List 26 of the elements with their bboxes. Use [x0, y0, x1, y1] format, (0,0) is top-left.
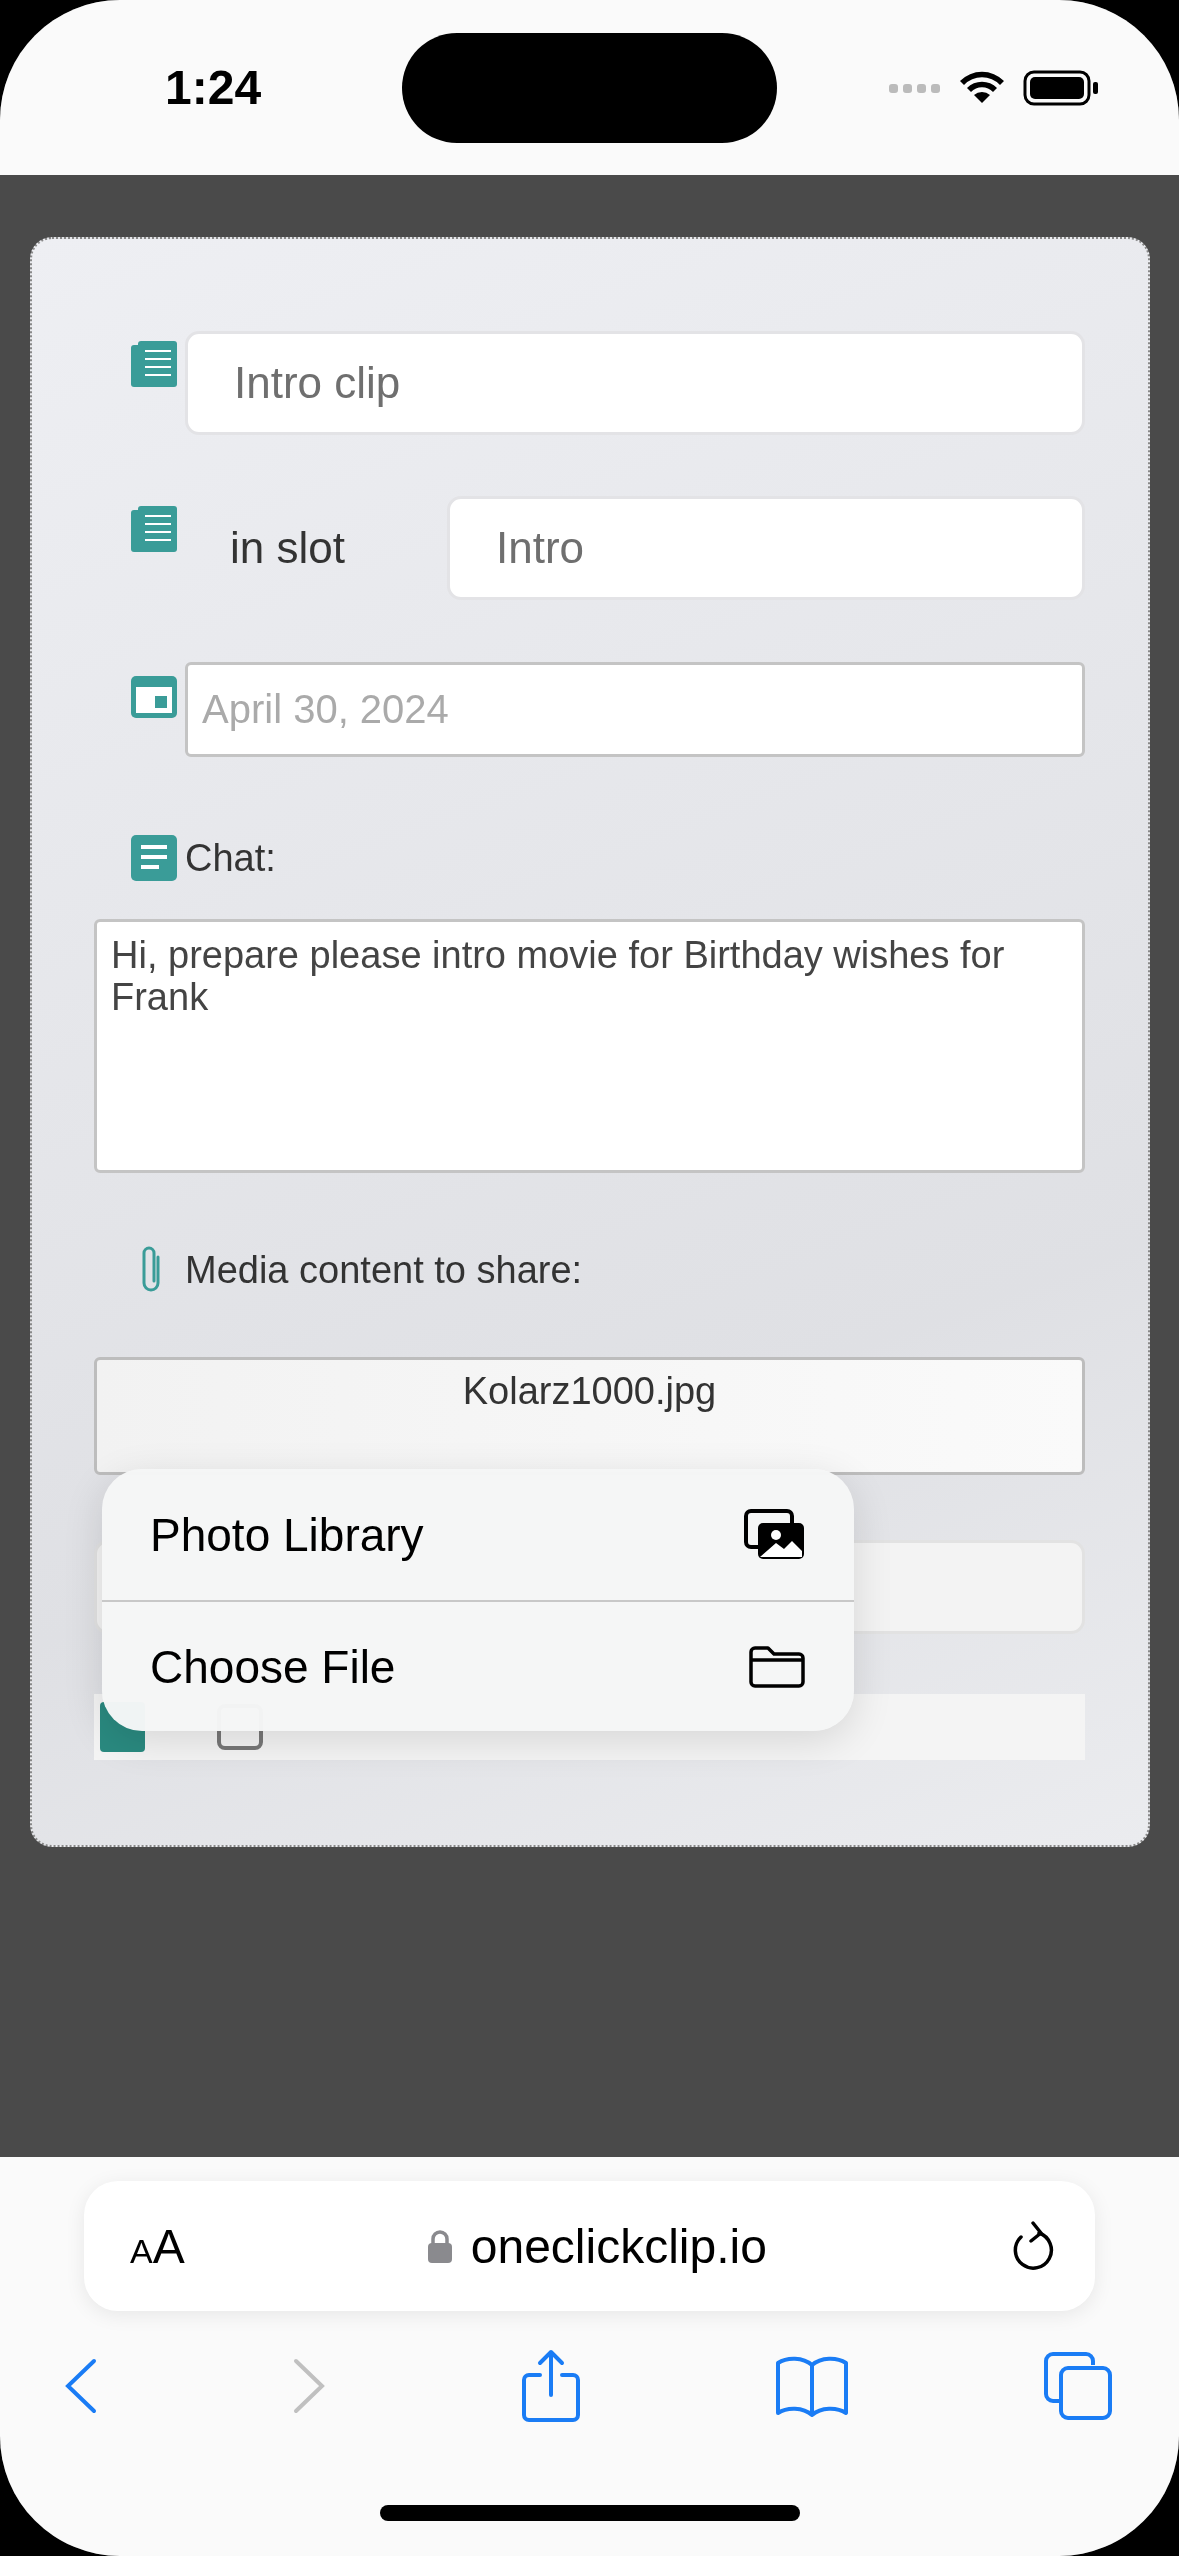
back-icon[interactable]	[64, 2358, 98, 2414]
slot-field[interactable]: Intro	[447, 496, 1085, 600]
photos-icon	[744, 1508, 806, 1561]
tabs-icon[interactable]	[1043, 2351, 1113, 2421]
status-time: 1:24	[165, 60, 262, 115]
text-size-button[interactable]: AA	[130, 2218, 185, 2274]
lock-icon	[426, 2229, 453, 2263]
book-icon[interactable]	[774, 2355, 849, 2417]
notebook-icon	[131, 341, 177, 387]
folder-icon	[748, 1643, 806, 1690]
chat-label: Chat:	[185, 836, 276, 880]
url-text: oneclickclip.io	[470, 2218, 767, 2274]
signal-icon	[889, 81, 941, 94]
slot-label: in slot	[229, 523, 346, 573]
date-field[interactable]: April 30, 2024	[185, 662, 1085, 757]
battery-icon	[1023, 69, 1099, 106]
address-bar[interactable]: AA oneclickclip.io	[84, 2181, 1095, 2311]
share-icon[interactable]	[520, 2349, 581, 2423]
notebook-icon	[131, 506, 177, 552]
wifi-icon	[959, 70, 1005, 105]
media-label: Media content to share:	[185, 1248, 583, 1292]
chat-textarea[interactable]: Hi, prepare please intro movie for Birthday wishes for Frank	[94, 919, 1085, 1173]
title-field[interactable]: Intro clip	[185, 331, 1085, 435]
menu-item[interactable]: Choose File	[102, 1600, 854, 1731]
document-icon	[131, 835, 177, 881]
file-picker[interactable]: Kolarz1000.jpg	[94, 1357, 1085, 1475]
